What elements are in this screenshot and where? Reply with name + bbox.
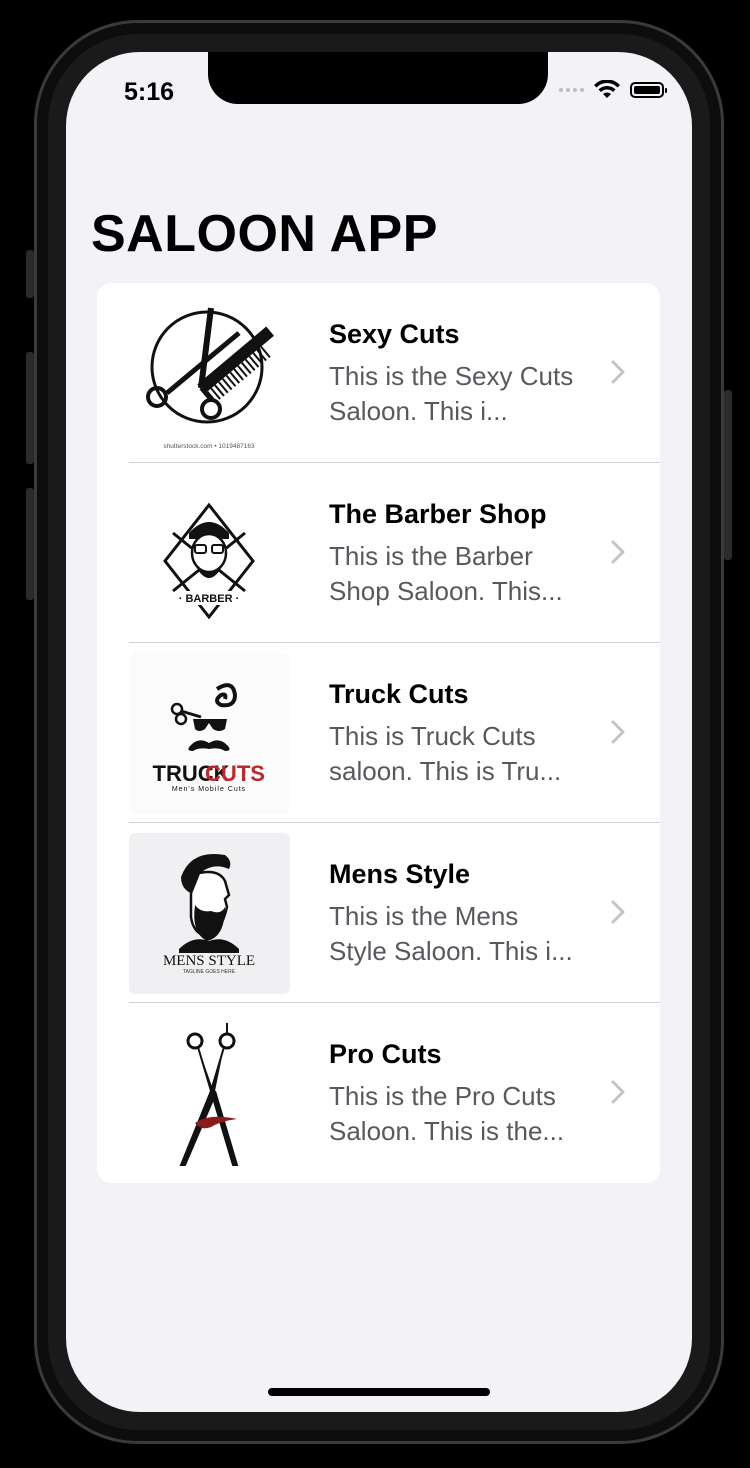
saloon-description: This is the Barber Shop Saloon. This... <box>329 541 563 606</box>
saloon-description: This is the Mens Style Saloon. This i... <box>329 901 573 966</box>
notch <box>208 52 548 104</box>
saloon-row-mens-style[interactable]: MENS STYLE TAGLINE GOES HERE Mens Style … <box>97 823 660 1003</box>
logo-tagline: Men's Mobile Cuts <box>172 786 246 793</box>
bearded-barber-logo-icon: · BARBER · <box>163 502 255 620</box>
saloon-logo: · BARBER · <box>129 473 290 634</box>
home-indicator[interactable] <box>268 1388 490 1396</box>
status-icons <box>559 80 667 100</box>
saloon-logo <box>129 1013 290 1174</box>
bearded-man-profile-logo-icon: MENS STYLE TAGLINE GOES HERE <box>163 853 255 975</box>
saloon-name: Sexy Cuts <box>329 319 460 349</box>
mute-switch <box>26 250 34 298</box>
logo-caption-cuts: CUTS <box>205 761 265 786</box>
saloon-name: The Barber Shop <box>329 499 547 529</box>
saloon-description: This is the Pro Cuts Saloon. This is the… <box>329 1081 565 1146</box>
scissors-comb-logo-icon: shutterstock.com • 1019487163 <box>146 307 274 450</box>
saloon-list: shutterstock.com • 1019487163 Sexy Cuts … <box>97 283 660 1183</box>
logo-caption: MENS STYLE <box>163 953 255 969</box>
saloon-row-pro-cuts[interactable]: Pro Cuts This is the Pro Cuts Saloon. Th… <box>97 1003 660 1183</box>
saloon-name: Truck Cuts <box>329 679 469 709</box>
saloon-row-the-barber-shop[interactable]: · BARBER · The Barber Shop This is the B… <box>97 463 660 643</box>
cellular-signal-icon <box>559 88 584 92</box>
chevron-right-icon <box>611 540 625 564</box>
saloon-name: Mens Style <box>329 859 471 889</box>
open-scissors-logo-icon <box>179 1023 239 1166</box>
volume-down-button <box>26 488 34 600</box>
page-title: SALOON APP <box>91 205 438 263</box>
saloon-row-truck-cuts[interactable]: TRUCK CUTS Men's Mobile Cuts Truck Cuts … <box>97 643 660 823</box>
saloon-logo: shutterstock.com • 1019487163 <box>129 293 290 454</box>
saloon-logo: TRUCK CUTS Men's Mobile Cuts <box>129 653 290 814</box>
chevron-right-icon <box>611 900 625 924</box>
chevron-right-icon <box>611 360 625 384</box>
saloon-description: This is the Sexy Cuts Saloon. This i... <box>329 361 574 426</box>
saloon-description: This is Truck Cuts saloon. This is Tru..… <box>329 721 562 786</box>
mustache-glasses-logo-icon: TRUCK CUTS Men's Mobile Cuts <box>153 683 265 793</box>
logo-caption: shutterstock.com • 1019487163 <box>163 443 255 450</box>
logo-tagline: TAGLINE GOES HERE <box>183 969 236 975</box>
status-time: 5:16 <box>124 78 175 106</box>
chevron-right-icon <box>611 1080 625 1104</box>
saloon-logo: MENS STYLE TAGLINE GOES HERE <box>129 833 290 994</box>
battery-icon <box>630 82 667 98</box>
screen: 5:16 SALOON APP shutterstock.com • 10194… <box>66 52 692 1412</box>
wifi-icon <box>594 80 620 98</box>
power-button <box>724 390 732 560</box>
chevron-right-icon <box>611 720 625 744</box>
saloon-row-sexy-cuts[interactable]: shutterstock.com • 1019487163 Sexy Cuts … <box>97 283 660 463</box>
logo-caption: · BARBER · <box>179 593 240 605</box>
volume-up-button <box>26 352 34 464</box>
saloon-name: Pro Cuts <box>329 1039 442 1069</box>
